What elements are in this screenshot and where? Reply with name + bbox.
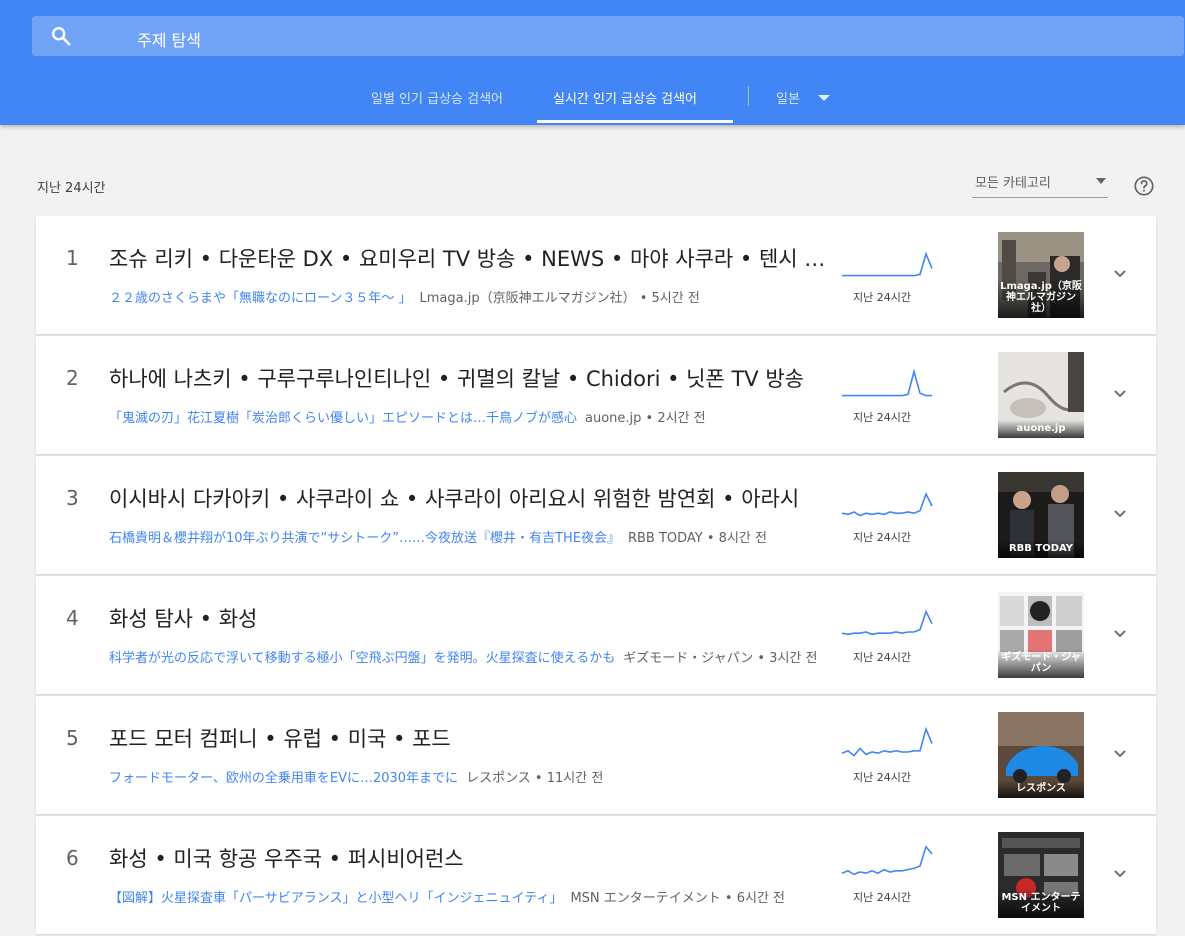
thumbnail-caption: MSN エンターテイメント: [998, 889, 1084, 918]
chevron-down-icon[interactable]: [1112, 266, 1128, 282]
trend-rank: 5: [66, 726, 79, 750]
thumbnail-caption: ギズモード・ジャパン: [998, 649, 1084, 678]
article-link[interactable]: 「鬼滅の刃」花江夏樹「炭治郎くらい優しい」エピソードとは…千鳥ノブが感心: [109, 411, 577, 426]
trend-row[interactable]: 3 이시바시 다카아키 • 사쿠라이 쇼 • 사쿠라이 아리요시 위험한 밤연회…: [36, 456, 1156, 574]
trend-article: 科学者が光の反応で浮いて移動する極小「空飛ぶ円盤」を発明。火星探査に使えるかもギ…: [109, 647, 829, 666]
article-thumbnail[interactable]: レスポンス: [998, 712, 1084, 798]
sparkline-label: 지난 24시간: [853, 651, 911, 664]
article-thumbnail[interactable]: auone.jp: [998, 352, 1084, 438]
trend-rank: 4: [66, 606, 79, 630]
trend-sparkline: [841, 726, 933, 757]
trend-title[interactable]: 포드 모터 컴퍼니 • 유럽 • 미국 • 포드: [109, 723, 829, 753]
trend-article: 石橋貴明＆櫻井翔が10年ぶり共演で“サシトーク”……今夜放送『櫻井・有吉THE夜…: [109, 527, 829, 546]
tab-divider: [748, 86, 749, 106]
article-link[interactable]: フォードモーター、欧州の全乗用車をEVに…2030年までに: [109, 771, 458, 786]
category-select[interactable]: 모든 카테고리: [972, 166, 1108, 198]
article-link[interactable]: 科学者が光の反応で浮いて移動する極小「空飛ぶ円盤」を発明。火星探査に使えるかも: [109, 651, 615, 666]
thumbnail-caption: レスポンス: [998, 780, 1084, 798]
trend-title[interactable]: 하나에 나츠키 • 구루구루나인티나인 • 귀멸의 칼날 • Chidori •…: [109, 363, 829, 393]
chevron-down-icon[interactable]: [1112, 626, 1128, 642]
article-thumbnail[interactable]: Lmaga.jp（京阪神エルマガジン社）: [998, 232, 1084, 318]
trend-article: 「鬼滅の刃」花江夏樹「炭治郎くらい優しい」エピソードとは…千鳥ノブが感心 auon…: [109, 407, 829, 426]
article-source: レスポンス • 11시간 전: [466, 771, 604, 786]
trend-title[interactable]: 조슈 리키 • 다운타운 DX • 요미우리 TV 방송 • NEWS • 마야…: [109, 243, 829, 273]
trend-rank: 2: [66, 366, 79, 390]
article-link[interactable]: 石橋貴明＆櫻井翔が10年ぶり共演で“サシトーク”……今夜放送『櫻井・有吉THE夜…: [109, 531, 620, 546]
sparkline-label: 지난 24시간: [853, 771, 911, 784]
thumbnail-caption: RBB TODAY: [998, 540, 1084, 558]
search-icon[interactable]: [50, 25, 72, 47]
trend-title[interactable]: 화성 탐사 • 화성: [109, 603, 829, 633]
trend-row[interactable]: 5 포드 모터 컴퍼니 • 유럽 • 미국 • 포드 フォードモーター、欧州の全…: [36, 696, 1156, 814]
trend-sparkline: [842, 368, 932, 397]
trend-row[interactable]: 4 화성 탐사 • 화성 科学者が光の反応で浮いて移動する極小「空飛ぶ円盤」を発…: [36, 576, 1156, 694]
article-source: ギズモード・ジャパン • 3시간 전: [623, 651, 818, 666]
time-range-label: 지난 24시간: [37, 181, 106, 196]
chevron-down-icon[interactable]: [1112, 746, 1128, 762]
article-source: RBB TODAY • 8시간 전: [627, 531, 767, 546]
trend-rank: 6: [66, 846, 79, 870]
trend-row[interactable]: 6 화성 • 미국 항공 우주국 • 퍼시비어런스 【図解】火星探査車「パーサビ…: [36, 816, 1156, 934]
trend-row[interactable]: 1 조슈 리키 • 다운타운 DX • 요미우리 TV 방송 • NEWS • …: [36, 216, 1156, 334]
trend-sparkline: [841, 845, 933, 876]
sparkline-label: 지난 24시간: [853, 531, 911, 544]
active-tab-indicator: [537, 120, 733, 123]
country-selector[interactable]: 일본: [776, 88, 830, 107]
chevron-down-icon[interactable]: [1112, 386, 1128, 402]
caret-down-icon: [1096, 178, 1106, 184]
sparkline-label: 지난 24시간: [853, 411, 911, 424]
article-source: auone.jp • 2시간 전: [585, 411, 706, 426]
tab-bar: 일별 인기 급상승 검색어 실시간 인기 급상승 검색어 일본: [0, 78, 1185, 125]
trend-rank: 3: [66, 486, 79, 510]
trend-rank: 1: [66, 246, 79, 270]
article-source: Lmaga.jp（京阪神エルマガジン社） • 5시간 전: [419, 291, 700, 306]
trend-row[interactable]: 2 하나에 나츠키 • 구루구루나인티나인 • 귀멸의 칼날 • Chidori…: [36, 336, 1156, 454]
chevron-down-icon[interactable]: [1112, 506, 1128, 522]
top-bar: 주제 탐색 일별 인기 급상승 검색어 실시간 인기 급상승 검색어 일본: [0, 0, 1185, 125]
tab-daily-trends[interactable]: 일별 인기 급상승 검색어: [371, 78, 503, 125]
trend-sparkline: [841, 609, 933, 636]
sparkline-label: 지난 24시간: [853, 891, 911, 904]
tab-realtime-trends[interactable]: 실시간 인기 급상승 검색어: [553, 78, 697, 125]
trend-list: 1 조슈 리키 • 다운타운 DX • 요미우리 TV 방송 • NEWS • …: [36, 216, 1156, 936]
search-bar[interactable]: 주제 탐색: [32, 16, 1184, 56]
trend-sparkline: [842, 251, 933, 277]
chevron-down-icon[interactable]: [1112, 866, 1128, 882]
article-thumbnail[interactable]: MSN エンターテイメント: [998, 832, 1084, 918]
country-label: 일본: [776, 92, 800, 107]
trend-article: ２２歳のさくらまや「無職なのにローン３５年〜 」 Lmaga.jp（京阪神エルマガ…: [109, 287, 829, 306]
trend-title[interactable]: 화성 • 미국 항공 우주국 • 퍼시비어런스: [109, 843, 829, 873]
article-source: MSN エンターテイメント • 6시간 전: [570, 891, 785, 906]
search-input[interactable]: 주제 탐색: [137, 27, 201, 51]
sparkline-label: 지난 24시간: [853, 291, 911, 304]
thumbnail-caption: Lmaga.jp（京阪神エルマガジン社）: [998, 278, 1084, 318]
article-thumbnail[interactable]: ギズモード・ジャパン: [998, 592, 1084, 678]
help-icon[interactable]: [1133, 175, 1155, 197]
article-link[interactable]: ２２歳のさくらまや「無職なのにローン３５年〜 」: [109, 291, 411, 306]
thumbnail-caption: auone.jp: [998, 420, 1084, 438]
category-label: 모든 카테고리: [975, 176, 1051, 191]
trend-article: フォードモーター、欧州の全乗用車をEVに…2030年までに レスポンス • 11시…: [109, 767, 829, 786]
caret-down-icon: [817, 94, 830, 101]
article-thumbnail[interactable]: RBB TODAY: [998, 472, 1084, 558]
trend-title[interactable]: 이시바시 다카아키 • 사쿠라이 쇼 • 사쿠라이 아리요시 위험한 밤연회 •…: [109, 483, 829, 513]
trend-article: 【図解】火星探査車「パーサビアランス」と小型ヘリ「インジェニュイティ」 MSN エ…: [109, 887, 829, 906]
trend-sparkline: [841, 491, 933, 517]
article-link[interactable]: 【図解】火星探査車「パーサビアランス」と小型ヘリ「インジェニュイティ」: [109, 891, 562, 906]
